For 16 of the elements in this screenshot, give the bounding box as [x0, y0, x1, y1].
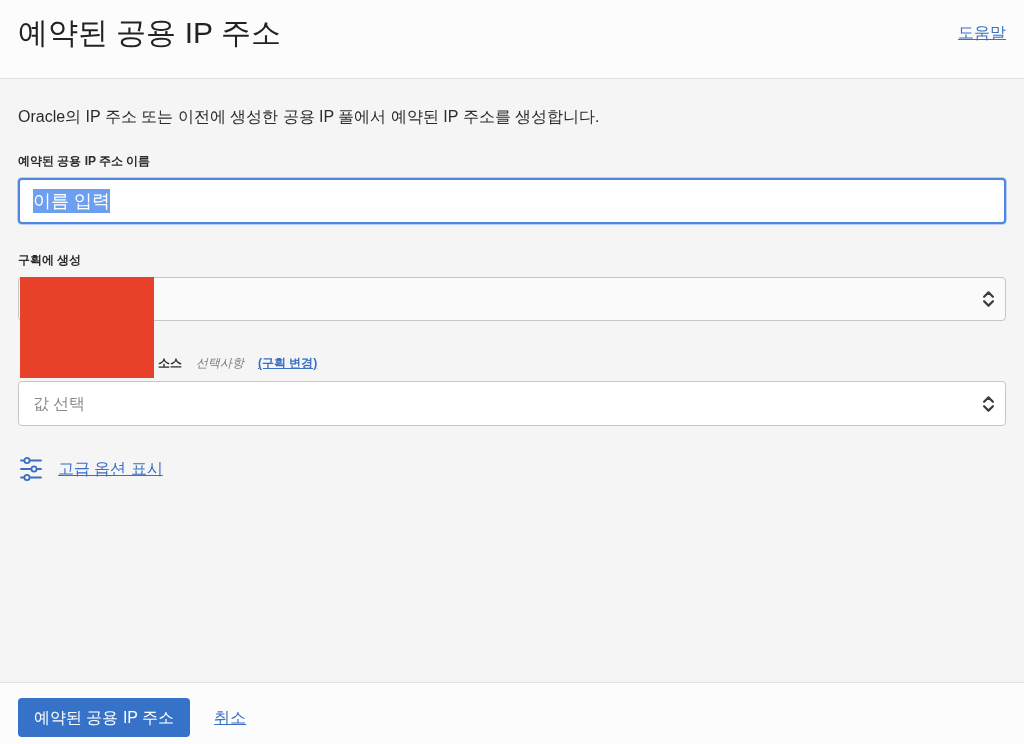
description-text: Oracle의 IP 주소 또는 이전에 생성한 공용 IP 풀에서 예약된 IP 주소를 생성합니다. [18, 107, 601, 127]
cancel-link[interactable]: 취소 [214, 706, 247, 730]
create-button[interactable]: 예약된 공용 IP 주소 [18, 698, 191, 737]
advanced-options-link[interactable]: 고급 옵션 표시 [58, 457, 163, 481]
field-label: 예약된 공용 IP 주소 이름 [18, 153, 151, 169]
change-compartment-link[interactable]: (구획 변경) [258, 355, 318, 371]
select-field[interactable]: 값 선택 [18, 381, 1006, 426]
field-label: 소스 [158, 355, 182, 371]
chevron-updown-icon [983, 291, 994, 307]
optional-note: 선택사항 [196, 355, 244, 371]
page-title: 예약된 공용 IP 주소 [18, 15, 281, 51]
chevron-updown-icon [983, 395, 994, 412]
field-label: 구획에 생성 [18, 252, 82, 268]
help-link[interactable]: 도움말 [958, 21, 1006, 45]
name-input[interactable]: 이름 입력 [18, 178, 1006, 224]
sliders-icon [20, 457, 42, 481]
